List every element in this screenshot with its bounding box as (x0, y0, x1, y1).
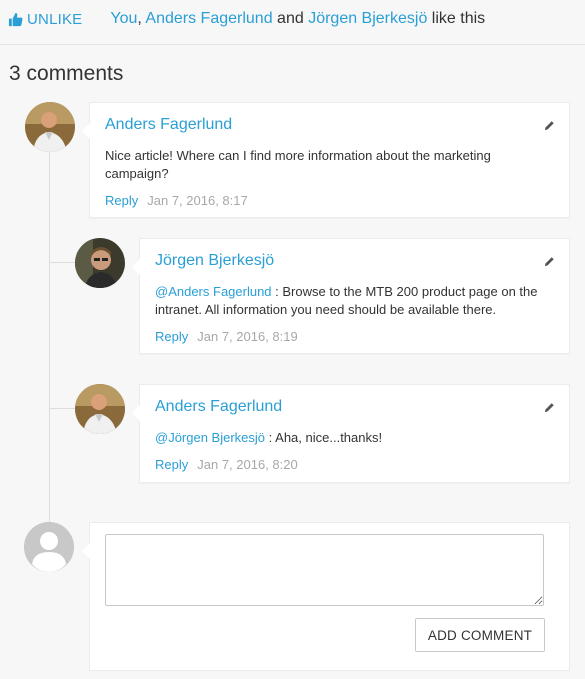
comment-author[interactable]: Anders Fagerlund (155, 398, 282, 416)
mention-link[interactable]: @Anders Fagerlund (155, 284, 272, 299)
comments-count-heading: 3 comments (9, 62, 124, 85)
comment-body: Nice article! Where can I find more info… (105, 148, 491, 181)
pencil-icon[interactable] (544, 402, 555, 413)
thread-branch (49, 408, 75, 409)
comment-author[interactable]: Jörgen Bjerkesjö (155, 252, 274, 270)
comment-card: Anders Fagerlund @Jörgen Bjerkesjö : Aha… (132, 384, 570, 483)
comment-meta: Reply Jan 7, 2016, 8:19 (155, 329, 298, 344)
comment-timestamp: Jan 7, 2016, 8:17 (147, 193, 248, 208)
comment-text: Nice article! Where can I find more info… (105, 147, 535, 183)
comment-text: @Anders Fagerlund : Browse to the MTB 20… (155, 283, 560, 319)
comment-timestamp: Jan 7, 2016, 8:20 (197, 457, 298, 472)
comment-card: Anders Fagerlund Nice article! Where can… (82, 102, 570, 218)
avatar-jorgen[interactable] (75, 238, 125, 288)
unlike-label: UNLIKE (27, 10, 83, 28)
user-avatar-icon (24, 522, 74, 572)
likers-and: and (272, 10, 309, 27)
liker-anders-link[interactable]: Anders Fagerlund (145, 10, 272, 27)
liker-jorgen-link[interactable]: Jörgen Bjerkesjö (308, 10, 427, 27)
liker-you-link[interactable]: You (110, 10, 137, 27)
like-bar: UNLIKE You, Anders Fagerlund and Jörgen … (8, 8, 585, 30)
comment-text: @Jörgen Bjerkesjö : Aha, nice...thanks! (155, 429, 560, 447)
pencil-icon[interactable] (544, 256, 555, 267)
pencil-icon[interactable] (544, 120, 555, 131)
new-comment-card: ADD COMMENT (82, 522, 570, 671)
likers-suffix: like this (427, 10, 486, 27)
divider (0, 44, 585, 45)
thread-line (49, 150, 50, 522)
comment-meta: Reply Jan 7, 2016, 8:20 (155, 457, 298, 472)
avatar-anders[interactable] (25, 102, 75, 152)
reply-link[interactable]: Reply (155, 457, 188, 472)
add-comment-button[interactable]: ADD COMMENT (415, 618, 545, 652)
thread-branch (49, 262, 75, 263)
comment-body: : Aha, nice...thanks! (265, 430, 383, 445)
comment-meta: Reply Jan 7, 2016, 8:17 (105, 193, 248, 208)
avatar-anders[interactable] (75, 384, 125, 434)
comment-author[interactable]: Anders Fagerlund (105, 116, 232, 134)
comment-timestamp: Jan 7, 2016, 8:19 (197, 329, 298, 344)
unlike-button[interactable]: UNLIKE (8, 11, 82, 28)
comment-textarea[interactable] (105, 534, 544, 606)
likers-text: You, Anders Fagerlund and Jörgen Bjerkes… (110, 10, 485, 28)
thumbs-up-icon (8, 12, 23, 26)
reply-link[interactable]: Reply (105, 193, 138, 208)
comment-card: Jörgen Bjerkesjö @Anders Fagerlund : Bro… (132, 238, 570, 354)
mention-link[interactable]: @Jörgen Bjerkesjö (155, 430, 265, 445)
reply-link[interactable]: Reply (155, 329, 188, 344)
